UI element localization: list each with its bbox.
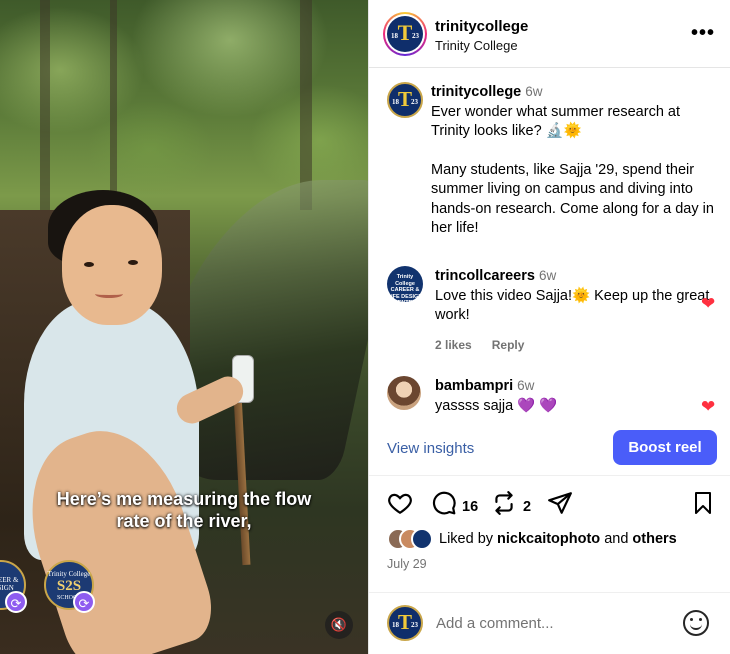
emoji-icon[interactable] (683, 610, 709, 636)
post-header: T 18 23 trinitycollege Trinity College •… (369, 0, 730, 68)
story-ring[interactable]: T 18 23 (383, 12, 427, 56)
comment-text: Love this video Sajja!🌞 Keep up the grea… (435, 287, 710, 324)
action-icons: 16 2 (369, 490, 730, 522)
comment-age: 6w (538, 268, 557, 283)
caption-username[interactable]: trinitycollege (431, 84, 521, 100)
avatar-year-right: 23 (411, 621, 418, 629)
repost-icon[interactable] (491, 490, 517, 516)
collab-badge-label: CAREER & DESIGN (0, 576, 19, 592)
liked-by-middle: and (600, 531, 633, 547)
avatar-year-right: 23 (411, 98, 418, 106)
collab-badge-top: Trinity College (47, 570, 91, 578)
eye (128, 260, 138, 265)
comment-username[interactable]: bambampri (435, 378, 513, 394)
avatar-year-left: 18 (392, 621, 399, 629)
video-caption-line-1: Here’s me measuring the flow (56, 489, 312, 509)
tree-trunk (40, 0, 50, 210)
comment-username[interactable]: trincollcareers (435, 268, 535, 284)
heart-filled-icon[interactable]: ❤ (701, 398, 719, 416)
more-options-icon[interactable]: ••• (691, 22, 715, 45)
comment-avatar[interactable] (387, 376, 421, 410)
view-insights-link[interactable]: View insights (387, 440, 474, 457)
liked-by-user[interactable]: nickcaitophoto (497, 531, 600, 547)
liked-by-prefix: Liked by (439, 531, 498, 547)
add-comment-bar: T 18 23 Add a comment... (369, 592, 730, 654)
insights-bar: View insights Boost reel (369, 416, 730, 476)
post-caption: T 18 23 trinitycollege 6w Ever wonder wha… (387, 82, 717, 242)
caption-age: 6w (525, 84, 543, 99)
boost-reel-button[interactable]: Boost reel (613, 430, 717, 465)
reel-video[interactable]: Here’s me measuring the flow rate of the… (0, 0, 368, 654)
add-comment-input[interactable]: Add a comment... (436, 615, 554, 632)
heart-icon[interactable] (387, 490, 413, 516)
reply-button[interactable]: Reply (492, 338, 525, 352)
avatar-year-right: 23 (412, 32, 419, 40)
avatar-year-left: 18 (391, 32, 398, 40)
comment-text: yassss sajja 💜 💜 (435, 397, 558, 414)
post-date[interactable]: July 29 (387, 557, 427, 571)
comment-avatar-text: Trinity College CAREER & LIFE DESIGN CEN… (387, 274, 423, 306)
share-icon[interactable] (547, 490, 573, 516)
tree-trunk (300, 0, 312, 210)
comment-count: 16 (462, 499, 479, 515)
video-caption-line-2: rate of the river, (116, 511, 252, 531)
eye (84, 262, 94, 267)
avatar: T 18 23 (387, 82, 423, 118)
header-subtitle[interactable]: Trinity College (435, 38, 518, 53)
liker-avatar[interactable] (411, 528, 433, 550)
save-icon[interactable] (691, 490, 715, 516)
liked-by: Liked by nickcaitophoto and others (387, 528, 727, 552)
post-sidebar: T 18 23 trinitycollege Trinity College •… (368, 0, 730, 654)
avatar: T 18 23 (387, 605, 423, 641)
avatar: T 18 23 (387, 16, 423, 52)
comment-age: 6w (517, 378, 535, 393)
comment-item: bambampri 6w yassss sajja 💜 💜 ❤ (387, 376, 717, 416)
comments-list[interactable]: T 18 23 trinitycollege 6w Ever wonder wha… (369, 68, 730, 416)
comment-likes[interactable]: 2 likes (435, 338, 472, 352)
comment-avatar[interactable]: Trinity College CAREER & LIFE DESIGN CEN… (387, 266, 423, 306)
caption-avatar[interactable]: T 18 23 (387, 82, 423, 123)
caption-text-2: Many students, like Sajja '29, spend the… (431, 161, 714, 237)
header-username[interactable]: trinitycollege (435, 18, 528, 35)
liked-by-others[interactable]: others (632, 531, 676, 547)
comment-icon[interactable] (431, 490, 457, 516)
mouth (95, 290, 123, 298)
heart-filled-icon[interactable]: ❤ (701, 295, 719, 313)
person-face (62, 205, 162, 325)
reel-collab-icon: ⟳ (73, 591, 95, 613)
repost-count: 2 (523, 499, 532, 515)
comment-item: Trinity College CAREER & LIFE DESIGN CEN… (387, 266, 717, 356)
avatar-year-left: 18 (392, 98, 399, 106)
mute-icon[interactable]: 🔇 (325, 611, 353, 639)
tree-trunk (110, 0, 117, 210)
caption-text-1: Ever wonder what summer research at Trin… (431, 103, 681, 140)
reel-collab-icon: ⟳ (5, 591, 27, 613)
